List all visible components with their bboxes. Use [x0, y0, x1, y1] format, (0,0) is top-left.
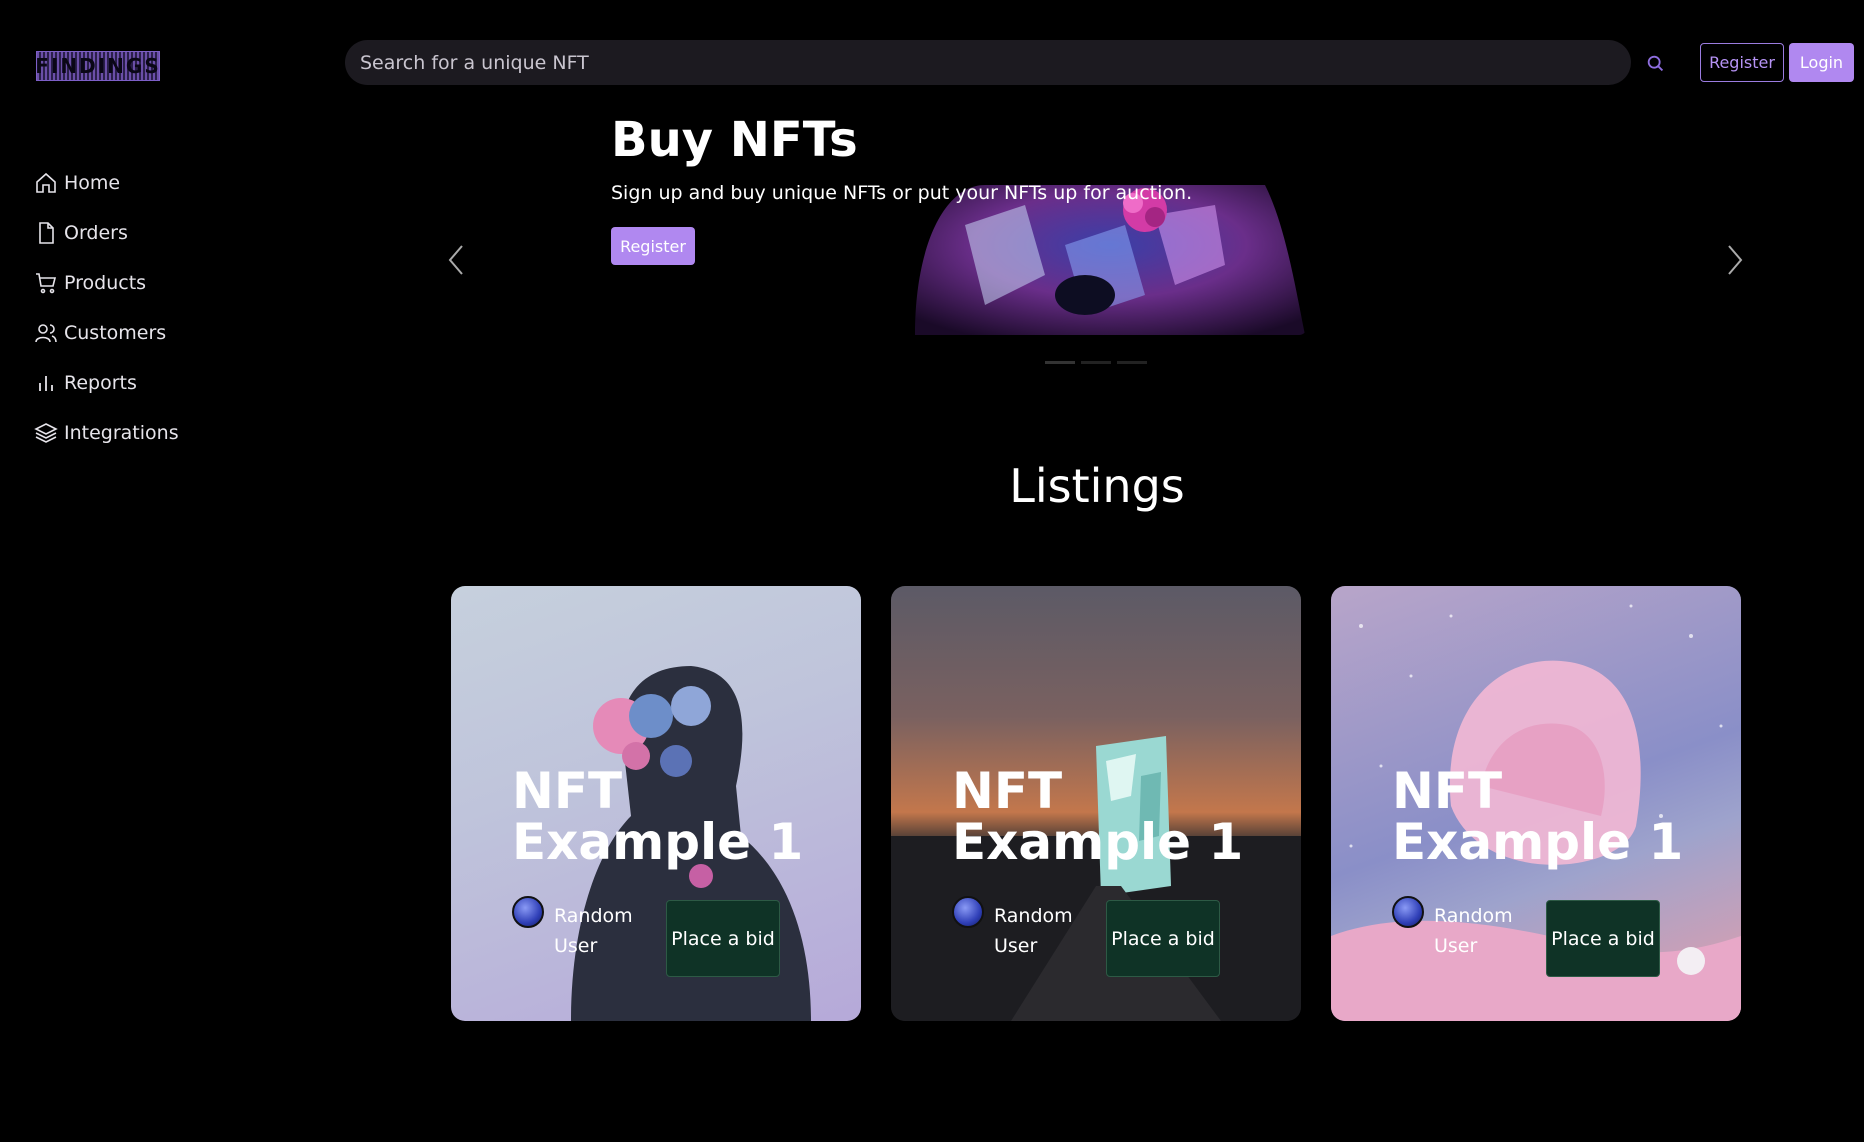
layers-icon: [34, 423, 58, 443]
nft-card[interactable]: NFT Example 1 Random User Place a bid: [1331, 586, 1741, 1021]
hero-nft-image: [885, 185, 1307, 335]
nft-owner-name: Random User: [994, 905, 1073, 957]
hero-subtitle: Sign up and buy unique NFTs or put your …: [611, 182, 1193, 204]
hero-register-button[interactable]: Register: [611, 227, 695, 265]
carousel-indicator[interactable]: [1117, 361, 1147, 364]
listings-section-header: Listings: [0, 459, 1864, 513]
sidebar-item-integrations[interactable]: Integrations: [34, 408, 179, 458]
nft-card[interactable]: NFT Example 1 Random User Place a bid: [891, 586, 1301, 1021]
place-bid-button[interactable]: Place a bid: [666, 900, 780, 977]
listings-title: Listings: [1009, 459, 1185, 513]
user-avatar: [512, 896, 544, 928]
register-button[interactable]: Register: [1700, 43, 1784, 82]
sidebar-item-label: Reports: [64, 372, 137, 394]
sidebar: Home Orders Products Customers Reports I…: [34, 158, 179, 458]
nft-owner-name: Random User: [1434, 905, 1513, 957]
sidebar-item-label: Orders: [64, 222, 128, 244]
sidebar-item-home[interactable]: Home: [34, 158, 179, 208]
carousel-prev-arrow-icon[interactable]: [444, 242, 468, 278]
nft-card-title: NFT Example 1: [1392, 762, 1684, 871]
user-avatar: [1392, 896, 1424, 928]
findings-logo[interactable]: FINDINGS: [35, 51, 161, 81]
sidebar-item-label: Integrations: [64, 422, 179, 444]
nft-card-title: NFT Example 1: [512, 762, 804, 871]
sidebar-item-reports[interactable]: Reports: [34, 358, 179, 408]
search-input[interactable]: [345, 40, 1631, 85]
file-icon: [39, 222, 54, 244]
carousel-indicators: [1045, 361, 1147, 364]
bar-chart-icon: [39, 376, 53, 391]
sidebar-item-orders[interactable]: Orders: [34, 208, 179, 258]
home-icon: [36, 172, 56, 193]
nft-card[interactable]: NFT Example 1 Random User Place a bid: [451, 586, 861, 1021]
carousel-indicator[interactable]: [1045, 361, 1075, 364]
sidebar-item-customers[interactable]: Customers: [34, 308, 179, 358]
user-avatar: [952, 896, 984, 928]
users-icon: [35, 324, 57, 343]
carousel-next-arrow-icon[interactable]: [1723, 242, 1747, 278]
nft-owner-name: Random User: [554, 905, 633, 957]
hero-title: Buy NFTs: [611, 112, 858, 168]
place-bid-button[interactable]: Place a bid: [1106, 900, 1220, 977]
sidebar-item-products[interactable]: Products: [34, 258, 179, 308]
nft-card-title: NFT Example 1: [952, 762, 1244, 871]
login-button[interactable]: Login: [1789, 43, 1854, 82]
sidebar-item-label: Home: [64, 172, 121, 194]
sidebar-item-label: Products: [64, 272, 147, 294]
logo-text: FINDINGS: [35, 54, 161, 78]
search-icon[interactable]: [1645, 53, 1667, 75]
sidebar-item-label: Customers: [64, 322, 167, 344]
place-bid-button[interactable]: Place a bid: [1546, 900, 1660, 977]
cart-icon: [36, 273, 57, 294]
carousel-indicator[interactable]: [1081, 361, 1111, 364]
